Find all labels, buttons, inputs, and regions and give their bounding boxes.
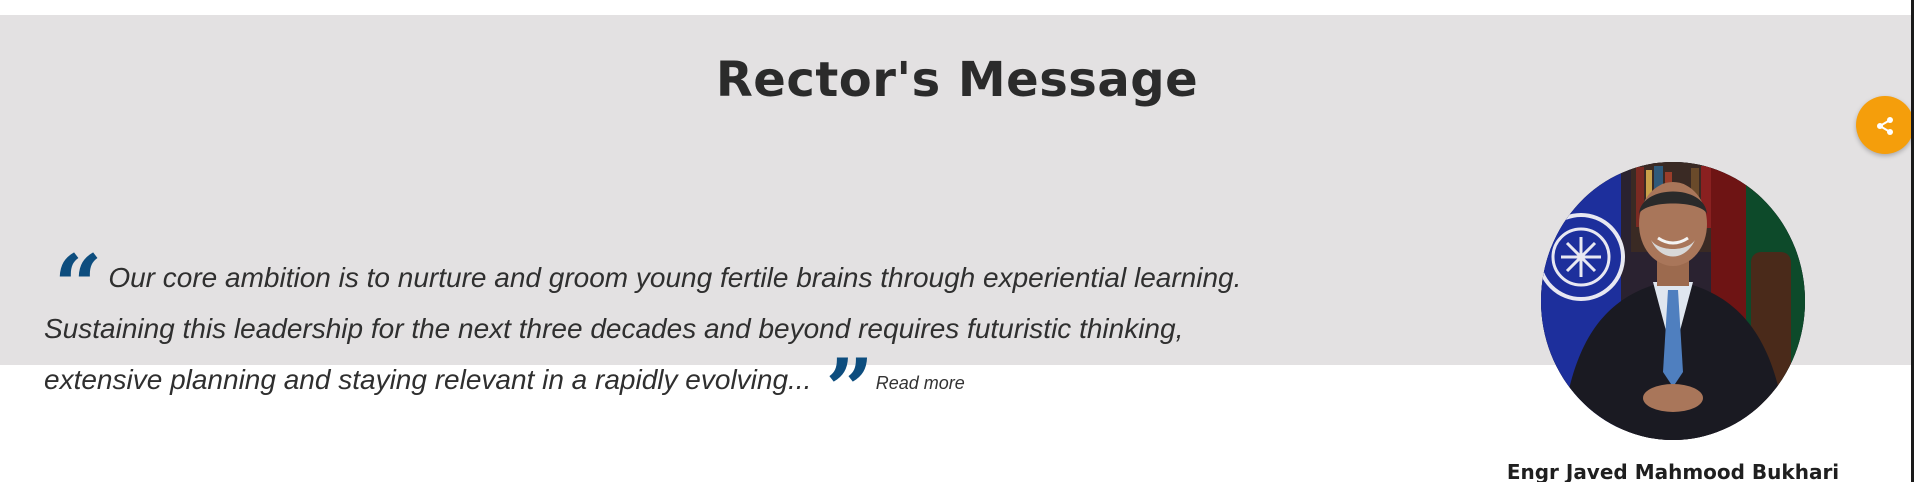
quote-line-2: Sustaining this leadership for the next … <box>44 303 1344 354</box>
read-more-link[interactable]: Read more <box>876 373 965 393</box>
share-icon <box>1877 117 1893 135</box>
quote-line-1: “Our core ambition is to nurture and gro… <box>54 236 1242 335</box>
quote-text-line-3: extensive planning and staying relevant … <box>44 364 812 395</box>
quote-text-line-1: Our core ambition is to nurture and groo… <box>108 262 1242 293</box>
quote-line-3: extensive planning and staying relevant … <box>44 340 965 439</box>
rector-portrait <box>1541 162 1805 440</box>
portrait-image <box>1541 162 1805 440</box>
rector-name: Engr Javed Mahmood Bukhari <box>1506 460 1840 482</box>
share-button[interactable] <box>1856 96 1914 154</box>
page-title: Rector's Message <box>715 52 1199 108</box>
top-strip <box>0 0 1914 15</box>
quote-text-line-2: Sustaining this leadership for the next … <box>44 313 1184 344</box>
rector-quote: “Our core ambition is to nurture and gro… <box>44 236 1344 439</box>
page: Rector's Message “Our core ambition is t… <box>0 0 1914 482</box>
